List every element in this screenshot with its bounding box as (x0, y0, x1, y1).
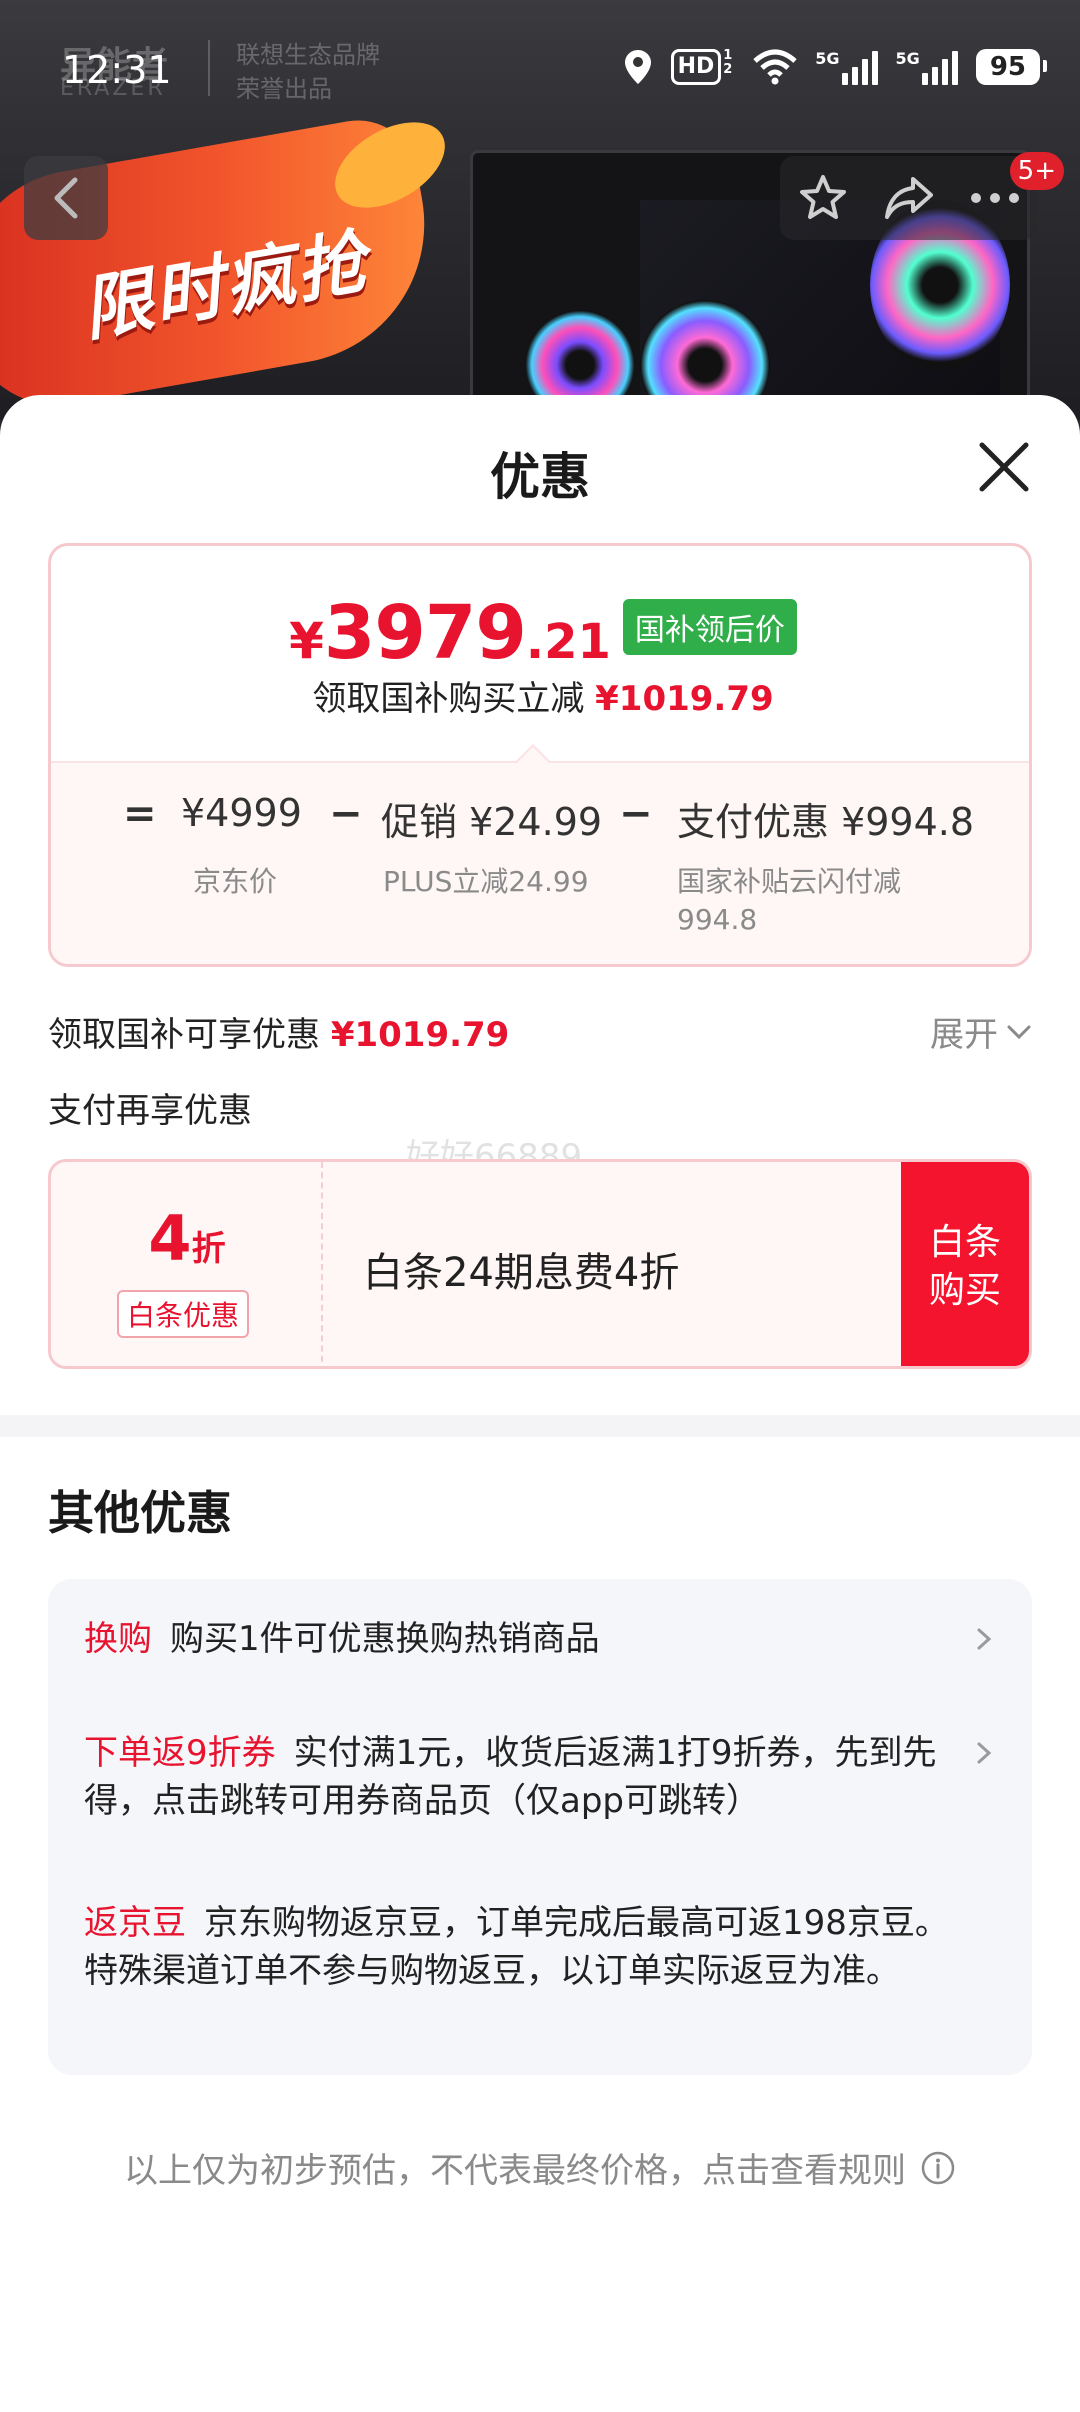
minus-sign: − (329, 791, 363, 837)
offer-text: 京东购物返京豆，订单完成后最高可返198京豆。特殊渠道订单不参与购物返豆，以订单… (84, 1903, 949, 1991)
offer-item-exchange[interactable]: 换购 购买1件可优惠换购热销商品 (84, 1615, 964, 1663)
baitiao-tag: 白条优惠 (117, 1290, 250, 1338)
more-dots-icon (971, 193, 1019, 203)
chevron-left-icon (54, 177, 78, 219)
offer-item-jingdou: 返京豆 京东购物返京豆，订单完成后最高可返198京豆。特殊渠道订单不参与购物返豆，… (84, 1899, 964, 1995)
baitiao-buy-line1: 白条 (928, 1222, 1001, 1263)
chevron-right-icon[interactable] (972, 1741, 996, 1765)
price-card: ¥ 3979 .21 国补领后价 领取国补购买立减 ¥1019.79 = ¥49… (48, 543, 1032, 967)
offer-tag: 下单返9折券 (84, 1733, 276, 1773)
price-subtitle-amount: ¥1019.79 (595, 679, 774, 719)
subsidy-summary: 领取国补可享优惠 ¥1019.79 (48, 1007, 509, 1056)
close-button[interactable] (976, 439, 1032, 495)
other-offers-card: 换购 购买1件可优惠换购热销商品 下单返9折券 实付满1元，收货后返满1打9折券，先… (48, 1579, 1032, 2075)
status-bar: 12:31 HD 1 2 5G 5G 95 (0, 0, 1080, 140)
share-button[interactable] (874, 163, 944, 233)
expand-label: 展开 (930, 1015, 998, 1055)
baitiao-discount-number: 4 (148, 1202, 192, 1275)
back-button[interactable] (24, 156, 108, 240)
baitiao-discount-block: 4折 白条优惠 (51, 1162, 323, 1366)
hd-icon: HD 1 2 (670, 48, 736, 85)
offer-tag: 换购 (84, 1619, 152, 1659)
signal-label-1: 5G (815, 49, 840, 68)
subsidy-summary-amount: ¥1019.79 (330, 1015, 510, 1055)
final-price: ¥ 3979 .21 国补领后价 (51, 590, 1029, 676)
wifi-icon (753, 49, 797, 85)
baitiao-offer-card[interactable]: 4折 白条优惠 白条24期息费4折 白条 购买 (48, 1159, 1032, 1369)
chevron-right-icon[interactable] (972, 1627, 996, 1651)
jd-price-caption: 京东价 (193, 865, 278, 898)
share-icon (885, 177, 933, 219)
signal-icon-1: 5G (815, 49, 878, 85)
minus-sign: − (619, 791, 653, 837)
price-decimal: .21 (525, 614, 611, 670)
star-icon (800, 175, 846, 219)
breakdown-notch (516, 744, 550, 778)
nav-actions (780, 156, 1038, 240)
favorite-button[interactable] (788, 163, 858, 233)
hd-sub-label: 1 2 (723, 48, 733, 77)
baitiao-buy-line2: 购买 (928, 1270, 1001, 1311)
price-subtitle-label: 领取国补购买立减 (312, 679, 585, 719)
pay-again-title: 支付再享优惠 (48, 1091, 252, 1131)
close-icon (979, 442, 1029, 492)
subsidy-summary-label: 领取国补可享优惠 (48, 1015, 320, 1055)
offer-text: 购买1件可优惠换购热销商品 (170, 1619, 600, 1659)
signal-icon-2: 5G (896, 49, 958, 85)
signal-label-2: 5G (895, 49, 920, 68)
battery-icon: 95 (975, 49, 1048, 85)
baitiao-offer-text: 白条24期息费4折 (363, 1250, 680, 1296)
sheet-title: 优惠 (490, 448, 590, 506)
rules-link[interactable]: 以上仅为初步预估，不代表最终价格，点击查看规则 (0, 2143, 1080, 2192)
gov-subsidy-badge: 国补领后价 (622, 599, 797, 655)
location-icon (623, 48, 653, 86)
offer-tag: 返京豆 (84, 1903, 186, 1943)
hd-badge: HD (670, 49, 722, 85)
promo-discount: 促销 ¥24.99 (381, 800, 603, 844)
chevron-down-icon (1007, 1025, 1031, 1039)
price-subtitle: 领取国补购买立减 ¥1019.79 (51, 671, 1029, 720)
baitiao-discount-unit: 折 (191, 1229, 226, 1269)
rules-note-text: 以上仅为初步预估，不代表最终价格，点击查看规则 (124, 2151, 906, 2191)
jd-price: ¥4999 (181, 791, 302, 835)
promo-discount-caption: PLUS立减24.99 (383, 865, 589, 898)
discount-sheet: 优惠 ¥ 3979 .21 国补领后价 领取国补购买立减 ¥1019.79 = … (0, 395, 1080, 2412)
status-time: 12:31 (62, 48, 172, 92)
baitiao-buy-button[interactable]: 白条 购买 (901, 1162, 1029, 1366)
other-offers-title: 其他优惠 (48, 1486, 232, 1540)
price-integer: 3979 (323, 590, 527, 676)
price-breakdown: = ¥4999 京东价 − 促销 ¥24.99 PLUS立减24.99 − 支付… (51, 744, 1029, 964)
section-divider (0, 1415, 1080, 1437)
baitiao-discount: 4折 (51, 1202, 323, 1275)
info-icon (921, 2151, 955, 2184)
offer-item-coupon[interactable]: 下单返9折券 实付满1元，收货后返满1打9折券，先到先得，点击跳转可用券商品页（仅… (84, 1729, 964, 1825)
message-count-badge: 5+ (1009, 152, 1064, 190)
payment-discount-caption: 国家补贴云闪付减 994.8 (677, 865, 902, 936)
status-icons: HD 1 2 5G 5G 95 (623, 48, 1048, 86)
equals-sign: = (123, 791, 157, 837)
expand-button[interactable]: 展开 (930, 1007, 1032, 1056)
payment-discount: 支付优惠 ¥994.8 (677, 800, 975, 844)
price-currency: ¥ (289, 612, 324, 670)
